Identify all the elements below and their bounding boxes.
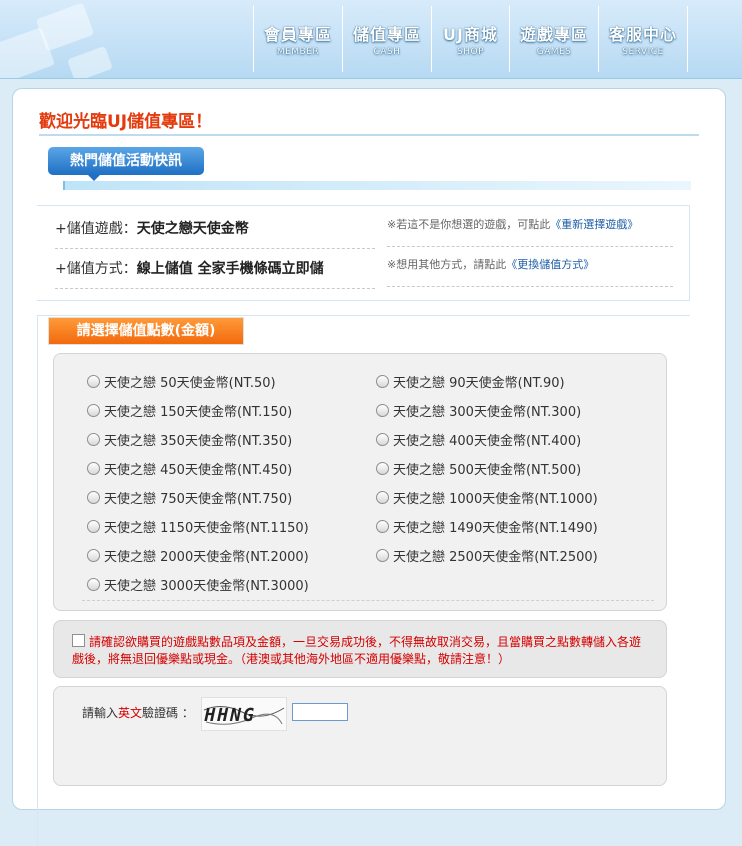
radio-button[interactable] xyxy=(376,491,389,504)
amount-option[interactable]: 天使之戀 1490天使金幣(NT.1490) xyxy=(376,517,598,536)
warning-text-wrap: 請確認欲購買的遊戲點數品項及金額，一旦交易成功後，不得無故取消交易，且當購買之點… xyxy=(72,634,652,668)
radio-button[interactable] xyxy=(87,433,100,446)
method-label: +儲值方式： xyxy=(55,261,137,277)
decorative-square xyxy=(35,2,95,52)
order-info: +儲值遊戲：天使之戀天使金幣 +儲值方式：線上儲值 全家手機條碼立即儲 ※若這不… xyxy=(37,205,690,301)
game-label: +儲值遊戲： xyxy=(55,221,137,237)
amount-label: 天使之戀 500天使金幣(NT.500) xyxy=(393,463,582,478)
change-method-link[interactable]: 《更換儲值方式》 xyxy=(506,258,594,271)
header-banner: 會員專區 MEMBER 儲值專區 CASH UJ商城 SHOP 遊戲專區 GAM… xyxy=(0,0,742,79)
captcha-text: HHNG xyxy=(202,705,258,726)
nav-service[interactable]: 客服中心 SERVICE xyxy=(598,6,688,72)
amount-label: 天使之戀 1150天使金幣(NT.1150) xyxy=(104,521,309,536)
radio-button[interactable] xyxy=(87,375,100,388)
amount-option[interactable]: 天使之戀 1150天使金幣(NT.1150) xyxy=(87,517,309,536)
radio-button[interactable] xyxy=(87,404,100,417)
radio-button[interactable] xyxy=(376,520,389,533)
game-note-text: ※若這不是你想選的遊戲，可點此 xyxy=(387,218,551,231)
method-value: 線上儲值 全家手機條碼立即儲 xyxy=(136,261,324,277)
game-note: ※若這不是你想選的遊戲，可點此《重新選擇遊戲》 xyxy=(387,216,673,247)
amount-option[interactable]: 天使之戀 750天使金幣(NT.750) xyxy=(87,488,292,507)
method-row: +儲值方式：線上儲值 全家手機條碼立即儲 xyxy=(55,258,375,289)
amount-label: 天使之戀 400天使金幣(NT.400) xyxy=(393,434,582,449)
amount-option[interactable]: 天使之戀 50天使金幣(NT.50) xyxy=(87,372,276,391)
content-panel: 歡迎光臨UJ儲值專區！ 熱門儲值活動快訊 +儲值遊戲：天使之戀天使金幣 +儲值方… xyxy=(12,88,726,846)
amount-label: 天使之戀 750天使金幣(NT.750) xyxy=(104,492,293,507)
amount-options: 天使之戀 50天使金幣(NT.50) 天使之戀 150天使金幣(NT.150) … xyxy=(53,353,667,611)
select-amount-tag: 請選擇儲值點數(金額) xyxy=(48,317,244,345)
warning-box: 請確認欲購買的遊戲點數品項及金額，一旦交易成功後，不得無故取消交易，且當購買之點… xyxy=(53,620,667,678)
nav-label: 遊戲專區 xyxy=(519,25,588,44)
amount-label: 天使之戀 1000天使金幣(NT.1000) xyxy=(393,492,598,507)
nav-label: 儲值專區 xyxy=(352,25,421,44)
amount-option[interactable]: 天使之戀 3000天使金幣(NT.3000) xyxy=(87,575,309,594)
captcha-label: 請輸入英文驗證碼 ： xyxy=(82,704,194,721)
radio-button[interactable] xyxy=(87,491,100,504)
amount-label: 天使之戀 50天使金幣(NT.50) xyxy=(104,376,276,391)
nav-sublabel: MEMBER xyxy=(276,47,320,57)
captcha-input[interactable] xyxy=(292,703,348,721)
nav-sublabel: CASH xyxy=(373,47,401,57)
nav-sublabel: SHOP xyxy=(457,47,484,57)
amount-option[interactable]: 天使之戀 90天使金幣(NT.90) xyxy=(376,372,565,391)
captcha-label-post: 驗證碼 ： xyxy=(142,706,194,720)
nav-label: 客服中心 xyxy=(608,25,677,44)
title-divider xyxy=(39,134,699,136)
radio-button[interactable] xyxy=(87,520,100,533)
captcha-section: 請輸入英文驗證碼 ： HHNG xyxy=(53,686,667,786)
hot-promo-tag: 熱門儲值活動快訊 xyxy=(48,147,204,181)
amount-option[interactable]: 天使之戀 350天使金幣(NT.350) xyxy=(87,430,292,449)
nav-sublabel: GAMES xyxy=(536,47,572,57)
options-divider xyxy=(82,600,654,601)
amount-label: 天使之戀 150天使金幣(NT.150) xyxy=(104,405,293,420)
radio-button[interactable] xyxy=(87,578,100,591)
amount-option[interactable]: 天使之戀 2500天使金幣(NT.2500) xyxy=(376,546,598,565)
captcha-label-highlight: 英文 xyxy=(118,706,143,720)
nav-cash[interactable]: 儲值專區 CASH xyxy=(342,6,431,72)
nav-member[interactable]: 會員專區 MEMBER xyxy=(253,6,342,72)
radio-button[interactable] xyxy=(87,549,100,562)
main-nav: 會員專區 MEMBER 儲值專區 CASH UJ商城 SHOP 遊戲專區 GAM… xyxy=(253,6,688,72)
amount-option[interactable]: 天使之戀 400天使金幣(NT.400) xyxy=(376,430,581,449)
amount-label: 天使之戀 90天使金幣(NT.90) xyxy=(393,376,565,391)
radio-button[interactable] xyxy=(376,404,389,417)
promo-strip xyxy=(63,181,691,190)
nav-sublabel: SERVICE xyxy=(622,47,664,57)
radio-button[interactable] xyxy=(376,375,389,388)
nav-shop[interactable]: UJ商城 SHOP xyxy=(431,6,509,72)
game-row: +儲值遊戲：天使之戀天使金幣 xyxy=(55,218,375,249)
method-note-text: ※想用其他方式，請點此 xyxy=(387,258,507,271)
radio-button[interactable] xyxy=(376,433,389,446)
amount-label: 天使之戀 3000天使金幣(NT.3000) xyxy=(104,579,309,594)
nav-games[interactable]: 遊戲專區 GAMES xyxy=(509,6,598,72)
amount-label: 天使之戀 2500天使金幣(NT.2500) xyxy=(393,550,598,565)
page-title: 歡迎光臨UJ儲值專區！ xyxy=(39,112,213,132)
radio-button[interactable] xyxy=(87,462,100,475)
nav-label: UJ商城 xyxy=(443,25,498,44)
amount-option[interactable]: 天使之戀 300天使金幣(NT.300) xyxy=(376,401,581,420)
method-note: ※想用其他方式，請點此《更換儲值方式》 xyxy=(387,256,673,287)
reselect-game-link[interactable]: 《重新選擇遊戲》 xyxy=(550,218,638,231)
warning-text: 請確認欲購買的遊戲點數品項及金額，一旦交易成功後，不得無故取消交易，且當購買之點… xyxy=(72,635,642,666)
game-value: 天使之戀天使金幣 xyxy=(136,221,249,237)
radio-button[interactable] xyxy=(376,549,389,562)
captcha-label-pre: 請輸入 xyxy=(82,706,119,720)
amount-label: 天使之戀 2000天使金幣(NT.2000) xyxy=(104,550,309,565)
amount-option[interactable]: 天使之戀 1000天使金幣(NT.1000) xyxy=(376,488,598,507)
captcha-graphic: HHNG xyxy=(202,705,285,726)
captcha-image: HHNG xyxy=(201,697,287,731)
amount-option[interactable]: 天使之戀 150天使金幣(NT.150) xyxy=(87,401,292,420)
amount-option[interactable]: 天使之戀 500天使金幣(NT.500) xyxy=(376,459,581,478)
decorative-square xyxy=(67,45,113,78)
amount-label: 天使之戀 300天使金幣(NT.300) xyxy=(393,405,582,420)
amount-label: 天使之戀 1490天使金幣(NT.1490) xyxy=(393,521,598,536)
amount-option[interactable]: 天使之戀 450天使金幣(NT.450) xyxy=(87,459,292,478)
amount-label: 天使之戀 450天使金幣(NT.450) xyxy=(104,463,293,478)
nav-label: 會員專區 xyxy=(263,25,332,44)
confirm-checkbox[interactable] xyxy=(72,634,85,647)
radio-button[interactable] xyxy=(376,462,389,475)
amount-label: 天使之戀 350天使金幣(NT.350) xyxy=(104,434,293,449)
amount-option[interactable]: 天使之戀 2000天使金幣(NT.2000) xyxy=(87,546,309,565)
